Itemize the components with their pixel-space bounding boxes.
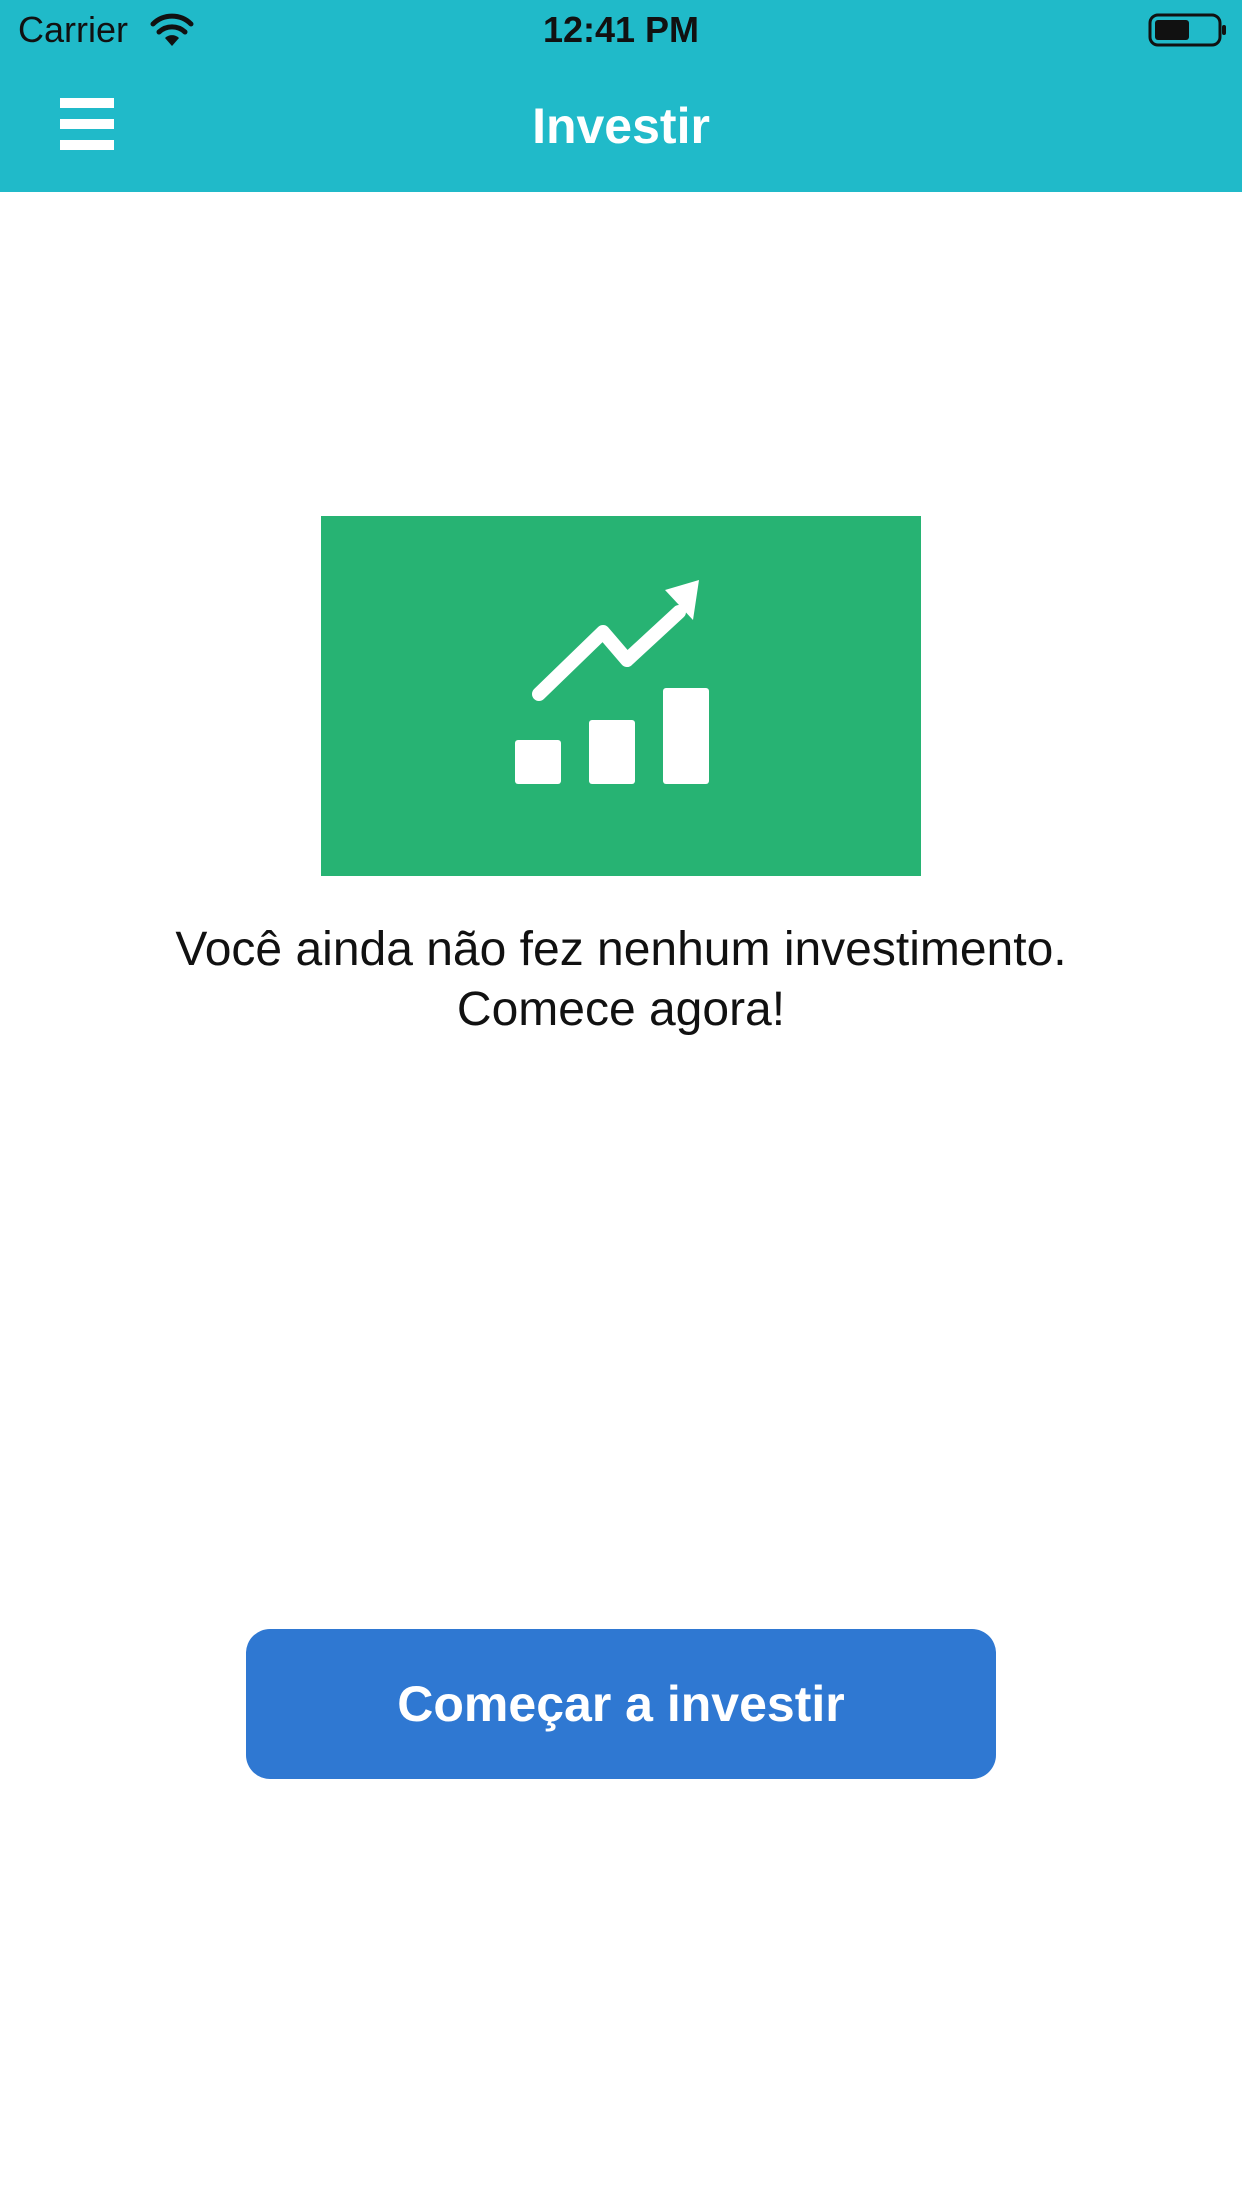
battery-icon <box>1148 12 1228 48</box>
page-title: Investir <box>532 98 710 154</box>
empty-state-message: Você ainda não fez nenhum investimento. … <box>60 920 1182 1040</box>
empty-state-message-line1: Você ainda não fez nenhum investimento. <box>175 923 1067 976</box>
empty-state-illustration <box>321 516 921 876</box>
hamburger-menu-icon <box>60 97 114 155</box>
empty-state-message-line2: Comece agora! <box>456 983 786 1036</box>
status-bar: Carrier 12:41 PM <box>0 0 1242 60</box>
menu-button[interactable] <box>42 90 132 162</box>
status-time: 12:41 PM <box>542 9 700 50</box>
navigation-bar: Investir <box>0 60 1242 192</box>
growth-chart-icon <box>515 580 709 784</box>
start-investing-button[interactable]: Começar a investir <box>246 1629 996 1779</box>
top-bar: Carrier 12:41 PM Investir <box>0 0 1242 192</box>
